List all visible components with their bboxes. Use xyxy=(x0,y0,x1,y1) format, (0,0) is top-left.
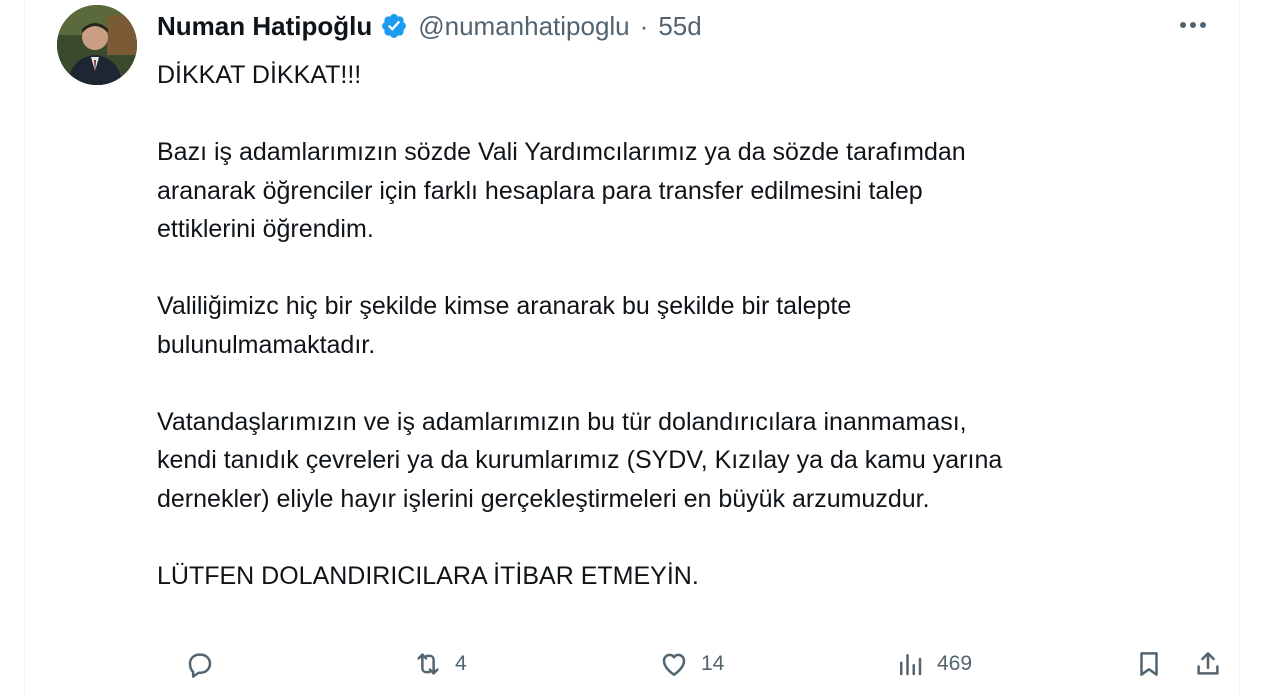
bookmark-icon xyxy=(1140,652,1158,676)
tweet-header: Numan Hatipoğlu @numanhatipoglu · 55d xyxy=(157,6,702,46)
views-count: 469 xyxy=(937,652,973,675)
author-handle[interactable]: @numanhatipoglu xyxy=(418,11,629,42)
share-button[interactable] xyxy=(1193,640,1223,688)
text-line: bulunulmamaktadır. xyxy=(157,330,376,359)
text-line: dernekler) eliyle hayır işlerini gerçekl… xyxy=(157,484,930,513)
text-line: Vatandaşlarımızın ve iş adamlarımızın bu… xyxy=(157,407,967,436)
avatar[interactable] xyxy=(57,5,137,85)
retweet-count: 4 xyxy=(455,652,467,675)
retweet-button[interactable]: 4 xyxy=(413,640,467,688)
like-button[interactable]: 14 xyxy=(659,640,724,688)
bookmark-button[interactable] xyxy=(1134,640,1164,688)
text-line: kendi tanıdık çevreleri ya da kurumlarım… xyxy=(157,446,1003,474)
views-button[interactable]: 469 xyxy=(895,640,972,688)
action-bar: 4 14 469 xyxy=(157,640,1219,688)
tweet-text: DİKKAT DİKKAT!!! Bazı iş adamlarımızın s… xyxy=(157,56,1217,595)
tweet-card[interactable]: Numan Hatipoğlu @numanhatipoglu · 55d Dİ… xyxy=(24,0,1240,695)
text-line: LÜTFEN DOLANDIRICILARA İTİBAR ETMEYİN. xyxy=(157,561,699,590)
reply-icon xyxy=(188,653,212,678)
text-line: ettiklerini öğrendim. xyxy=(157,215,374,243)
reply-button[interactable] xyxy=(185,640,215,688)
retweet-icon xyxy=(417,653,439,675)
heart-icon xyxy=(662,653,686,676)
text-line: Bazı iş adamlarımızın sözde Vali Yardımc… xyxy=(157,138,966,166)
text-line: DİKKAT DİKKAT!!! xyxy=(157,61,362,89)
like-count: 14 xyxy=(701,652,725,675)
share-icon xyxy=(1197,652,1219,675)
tweet-timestamp[interactable]: 55d xyxy=(658,11,701,42)
more-options-icon[interactable] xyxy=(1175,10,1211,40)
verified-badge-icon xyxy=(382,14,407,38)
text-line: Valiliğimizc hiç bir şekilde kimse arana… xyxy=(157,292,852,320)
views-icon xyxy=(900,654,922,676)
text-line: aranarak öğrenciler için farklı hesaplar… xyxy=(157,176,923,205)
separator-dot: · xyxy=(639,10,649,41)
author-name[interactable]: Numan Hatipoğlu xyxy=(157,11,372,42)
avatar-image xyxy=(57,5,137,85)
